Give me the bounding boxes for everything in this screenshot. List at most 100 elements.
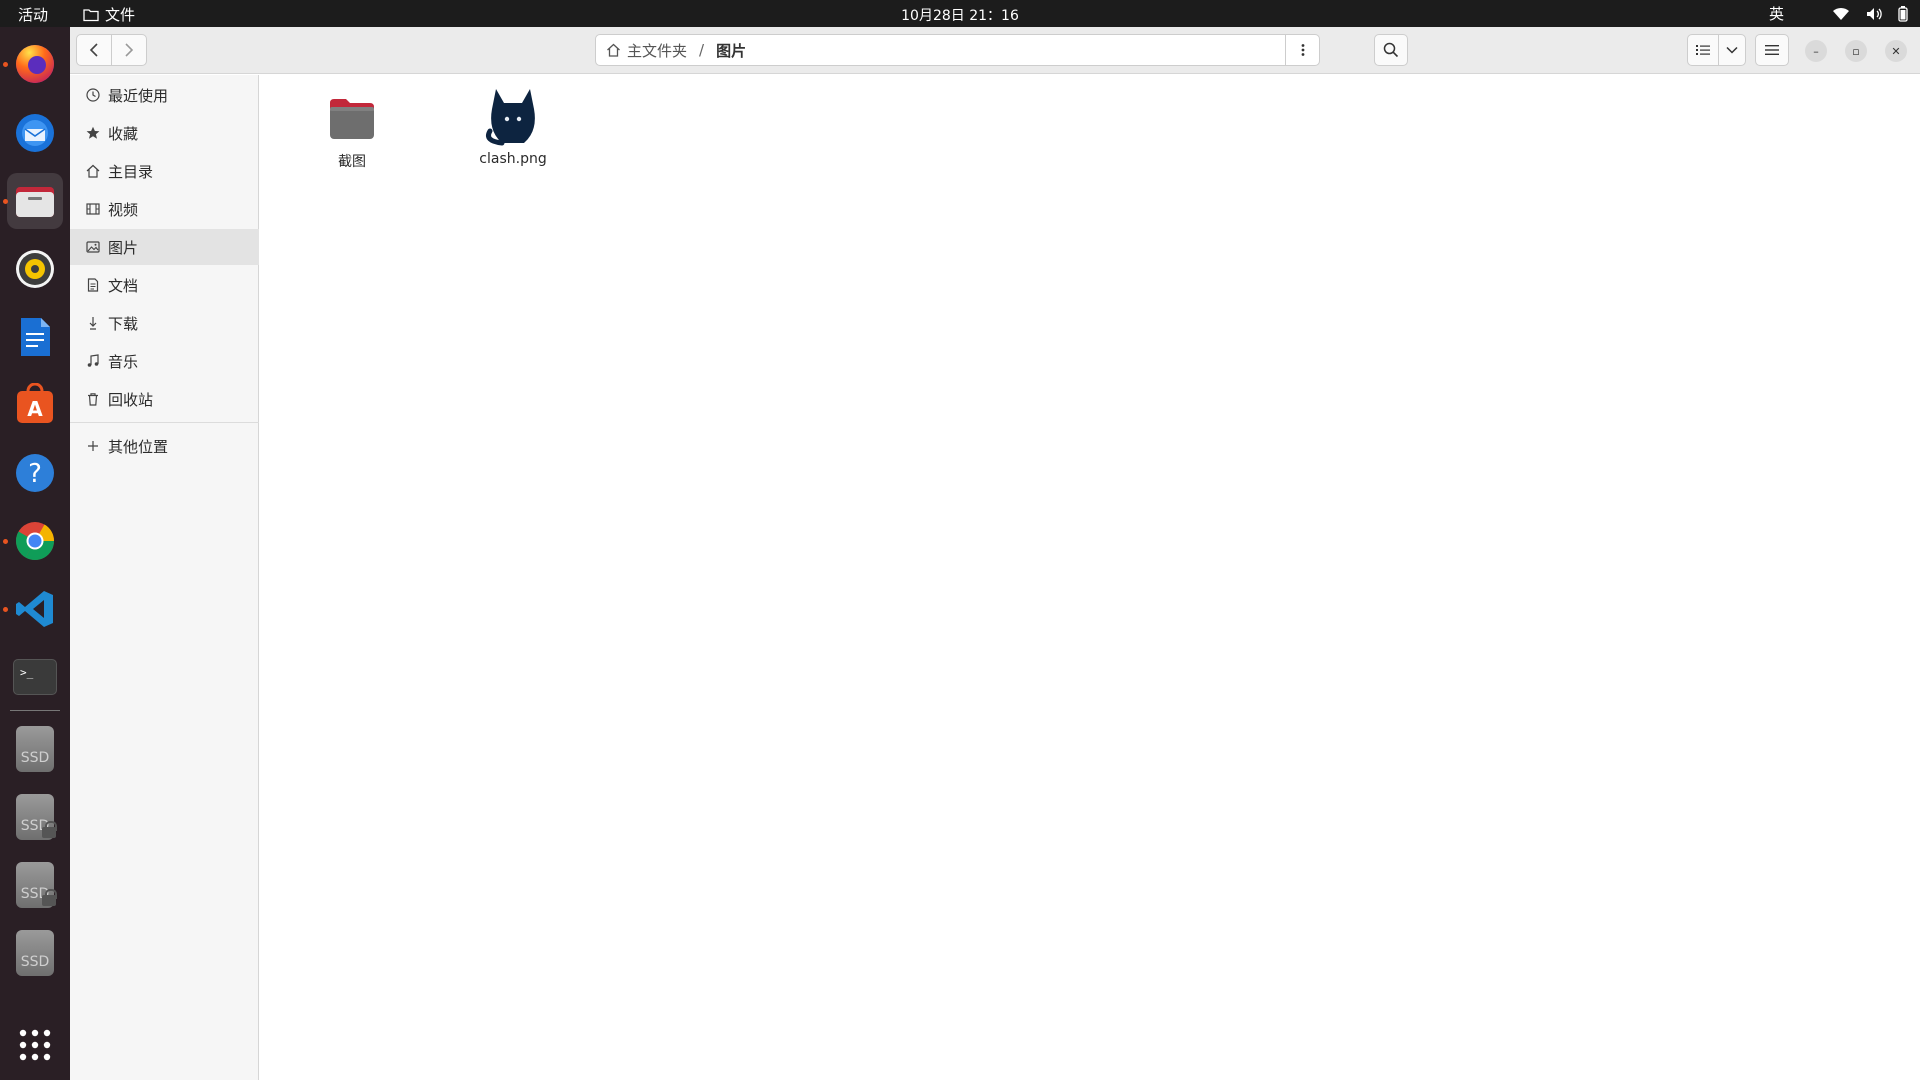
- sidebar-item-label: 其他位置: [108, 437, 169, 456]
- search-icon: [1383, 42, 1399, 58]
- chevron-left-icon: [89, 43, 98, 57]
- maximize-icon: ▫: [1852, 44, 1860, 58]
- app-grid-icon: [19, 1029, 51, 1061]
- input-method-indicator[interactable]: 英: [1769, 3, 1784, 24]
- close-icon: ✕: [1891, 44, 1901, 58]
- sidebar-item-documents[interactable]: 文档: [70, 267, 259, 303]
- sidebar-item-home[interactable]: 主目录: [70, 153, 259, 189]
- close-button[interactable]: ✕: [1885, 40, 1907, 62]
- lock-icon: [42, 821, 57, 838]
- folder-icon: [330, 99, 374, 139]
- cat-icon: [486, 89, 535, 146]
- header-bar: 主文件夹 / 图片 – ▫ ✕: [70, 27, 1920, 74]
- sidebar-item-label: 音乐: [108, 352, 139, 371]
- app-center-icon: A: [17, 383, 53, 423]
- image-icon: [84, 238, 102, 256]
- rhythmbox-launcher[interactable]: [7, 241, 63, 297]
- volume-icon: [1867, 7, 1882, 20]
- firefox-icon: [16, 45, 54, 83]
- file-view: 截图 clash.png: [260, 75, 1920, 1080]
- clock[interactable]: 10月28日 21：16: [0, 5, 1920, 25]
- chrome-icon: [15, 522, 55, 561]
- thunderbird-launcher[interactable]: [7, 105, 63, 161]
- sidebar-item-starred[interactable]: 收藏: [70, 115, 259, 151]
- dock-separator: [10, 710, 60, 711]
- sidebar-item-label: 视频: [108, 200, 139, 219]
- breadcrumb-home[interactable]: 主文件夹: [596, 40, 687, 61]
- sidebar-item-music[interactable]: 音乐: [70, 343, 259, 379]
- files-launcher[interactable]: [7, 173, 63, 229]
- minimize-button[interactable]: –: [1805, 40, 1827, 62]
- star-icon: [84, 124, 102, 142]
- back-button[interactable]: [76, 34, 112, 66]
- running-indicator: [3, 199, 8, 204]
- svg-text:?: ?: [28, 459, 42, 489]
- writer-launcher[interactable]: [7, 309, 63, 365]
- show-apps-button[interactable]: [7, 1017, 63, 1073]
- file-name: clash.png: [479, 151, 547, 167]
- svg-text:A: A: [27, 397, 43, 421]
- file-item-folder[interactable]: 截图: [292, 97, 412, 171]
- sidebar-item-label: 回收站: [108, 390, 154, 409]
- folder-menu-button[interactable]: [1285, 35, 1319, 65]
- main-menu-button[interactable]: [1755, 34, 1789, 66]
- battery-icon: [1898, 5, 1908, 22]
- sidebar-item-label: 图片: [108, 238, 139, 257]
- sidebar-item-other-locations[interactable]: 其他位置: [70, 428, 259, 464]
- system-tray[interactable]: 英: [1769, 3, 1908, 24]
- film-icon: [84, 200, 102, 218]
- help-launcher[interactable]: ?: [7, 445, 63, 501]
- wifi-icon: [1833, 7, 1849, 20]
- sidebar-item-label: 最近使用: [108, 86, 169, 105]
- ssd-drive-icon: SSD: [16, 726, 54, 772]
- sidebar-item-trash[interactable]: 回收站: [70, 381, 259, 417]
- drive-launcher[interactable]: SSD: [7, 857, 63, 913]
- sidebar-item-label: 收藏: [108, 124, 139, 143]
- vertical-dots-icon: [1301, 44, 1304, 56]
- ssd-drive-icon: SSD: [16, 930, 54, 976]
- lock-icon: [42, 889, 57, 906]
- breadcrumb-separator: /: [699, 41, 705, 59]
- document-icon: [84, 276, 102, 294]
- view-options-button[interactable]: [1718, 34, 1746, 66]
- sidebar-item-recent[interactable]: 最近使用: [70, 77, 259, 113]
- running-indicator: [3, 539, 8, 544]
- running-indicator: [3, 607, 8, 612]
- running-indicator: [3, 62, 8, 67]
- places-sidebar: 最近使用 收藏 主目录 视频 图片 文档 下载 音乐 回收站 其他位置: [70, 75, 259, 1080]
- home-icon: [84, 162, 102, 180]
- chevron-down-icon: [1726, 46, 1738, 54]
- vscode-launcher[interactable]: [7, 581, 63, 637]
- hamburger-icon: [1765, 45, 1779, 55]
- files-icon: [16, 187, 54, 217]
- drive-launcher[interactable]: SSD: [7, 789, 63, 845]
- rhythmbox-icon: [16, 250, 54, 288]
- files-window: 主文件夹 / 图片 – ▫ ✕ 最近使用 收藏 主目录 视频 图片 文档 下载 …: [70, 27, 1920, 1080]
- sidebar-item-label: 下载: [108, 314, 139, 333]
- top-bar: 活动 文件 10月28日 21：16 英: [0, 0, 1920, 27]
- ssd-drive-icon: SSD: [16, 794, 57, 840]
- sidebar-item-pictures[interactable]: 图片: [70, 229, 259, 265]
- ssd-drive-icon: SSD: [16, 862, 57, 908]
- firefox-launcher[interactable]: [7, 36, 63, 92]
- forward-button[interactable]: [111, 34, 147, 66]
- search-button[interactable]: [1374, 34, 1408, 66]
- dock: A ? >_ SSD SSD SSD SSD: [0, 27, 70, 1080]
- app-center-launcher[interactable]: A: [7, 377, 63, 433]
- plus-icon: [84, 437, 102, 455]
- download-icon: [84, 314, 102, 332]
- chrome-launcher[interactable]: [7, 513, 63, 569]
- music-icon: [84, 352, 102, 370]
- drive-launcher[interactable]: SSD: [7, 721, 63, 777]
- file-item-image[interactable]: clash.png: [453, 85, 573, 167]
- drive-launcher[interactable]: SSD: [7, 925, 63, 981]
- sidebar-item-downloads[interactable]: 下载: [70, 305, 259, 341]
- terminal-launcher[interactable]: >_: [7, 649, 63, 705]
- sidebar-item-videos[interactable]: 视频: [70, 191, 259, 227]
- breadcrumb-current[interactable]: 图片: [716, 40, 746, 61]
- path-bar: 主文件夹 / 图片: [595, 34, 1320, 66]
- maximize-button[interactable]: ▫: [1845, 40, 1867, 62]
- list-view-button[interactable]: [1687, 34, 1719, 66]
- sidebar-item-label: 文档: [108, 276, 139, 295]
- sidebar-item-label: 主目录: [108, 162, 154, 181]
